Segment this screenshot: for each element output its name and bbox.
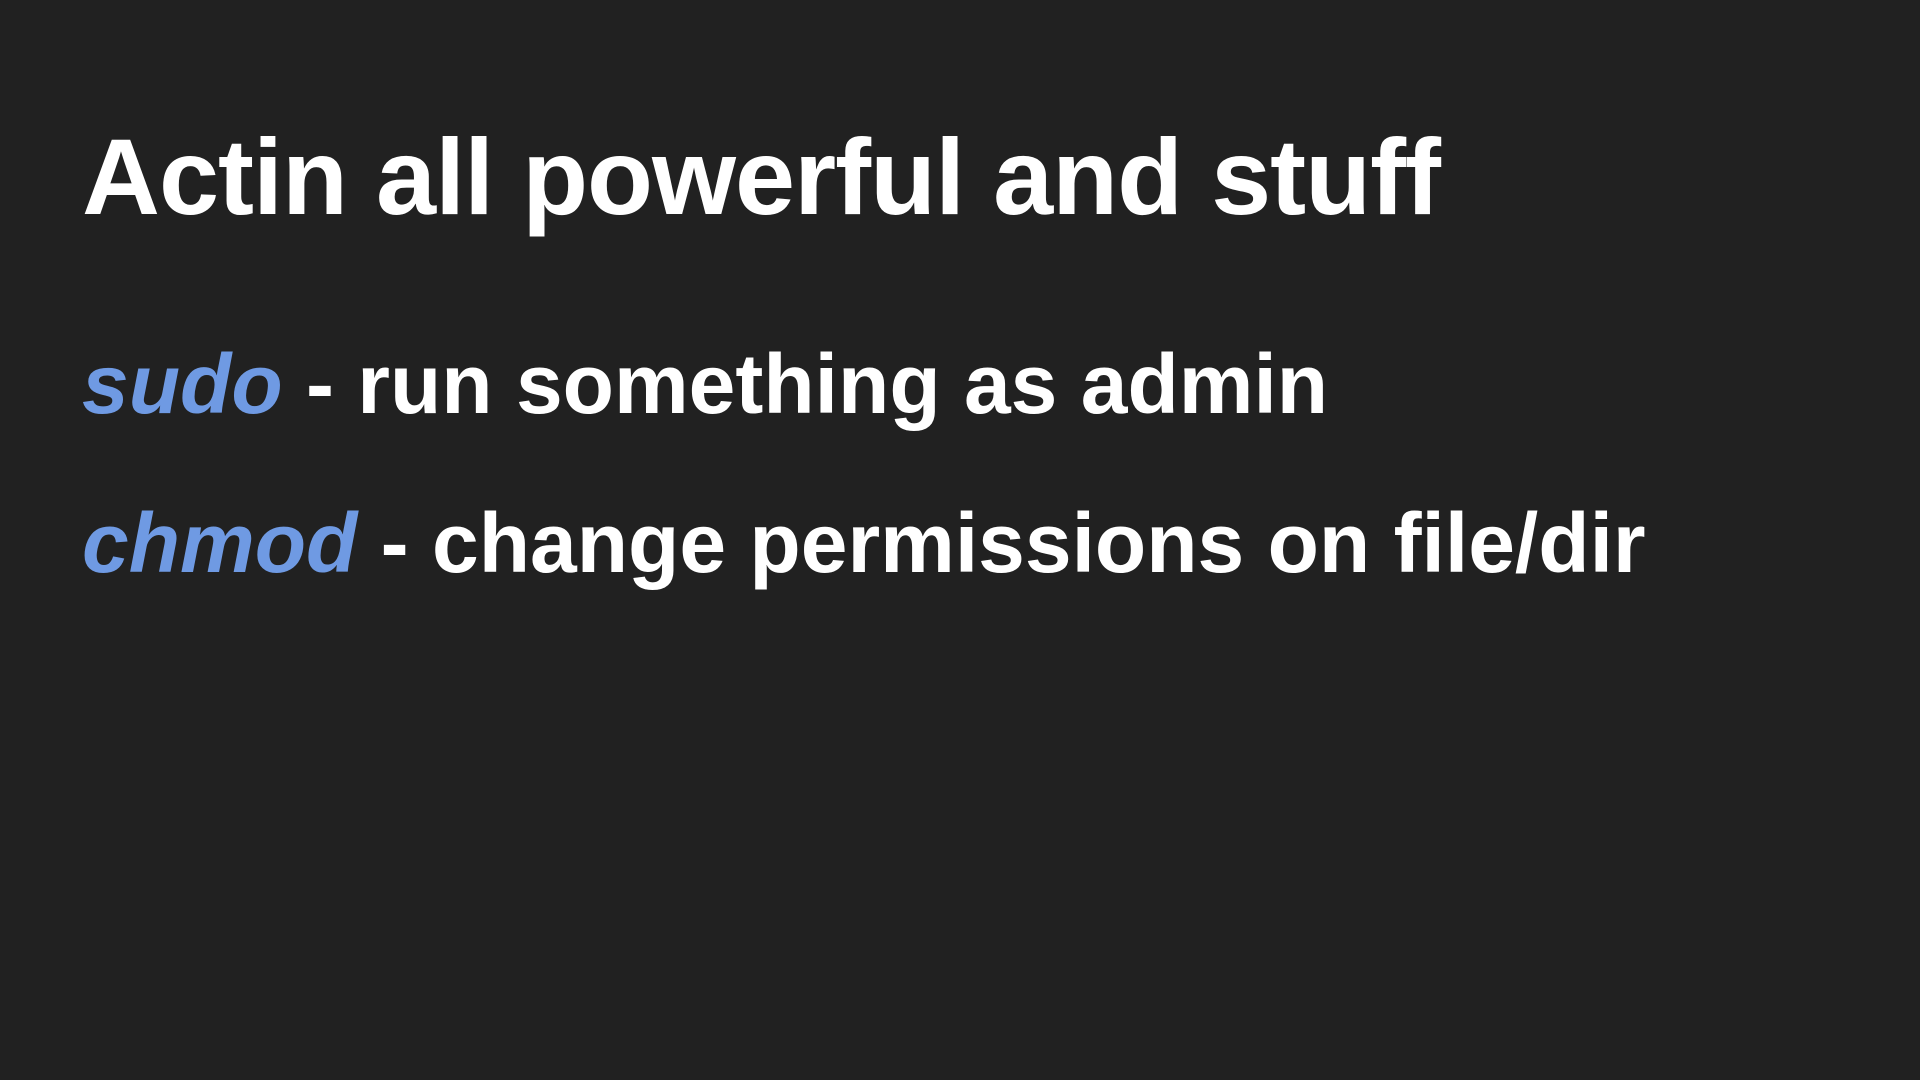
command-item-sudo: sudo - run something as admin — [82, 334, 1646, 435]
command-list: sudo - run something as admin chmod - ch… — [82, 334, 1646, 652]
slide: Actin all powerful and stuff sudo - run … — [0, 0, 1920, 1080]
command-name: chmod — [82, 495, 358, 590]
command-item-chmod: chmod - change permissions on file/dir — [82, 493, 1646, 594]
slide-title: Actin all powerful and stuff — [82, 116, 1441, 237]
command-name: sudo — [82, 337, 283, 431]
command-description: - run something as admin — [282, 337, 1329, 431]
command-description: - change permissions on file/dir — [357, 495, 1646, 590]
